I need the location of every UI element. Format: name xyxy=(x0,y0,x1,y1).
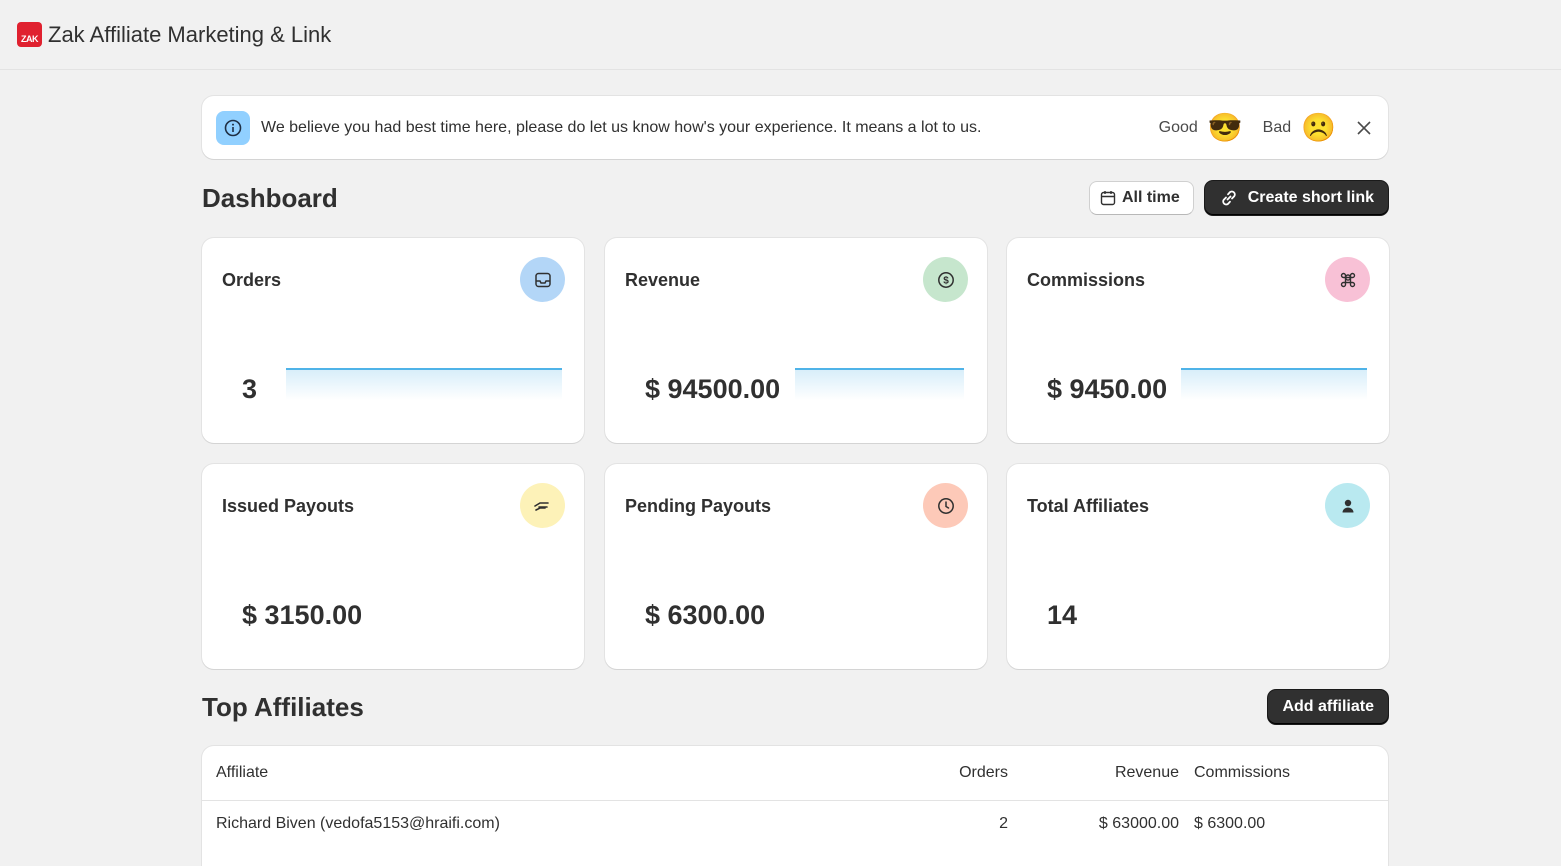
feedback-bad-label[interactable]: Bad xyxy=(1263,119,1291,137)
app-title: Zak Affiliate Marketing & Link xyxy=(48,21,332,47)
table-row[interactable]: Richard Biven (vedofa5153@hraifi.com) 2 … xyxy=(202,801,1388,851)
good-emoji-icon[interactable]: 😎 xyxy=(1208,113,1243,142)
dollar-circle-icon: $ xyxy=(923,257,968,302)
cell-affiliate: Richard Biven (vedofa5153@hraifi.com) xyxy=(216,815,500,832)
add-affiliate-label: Add affiliate xyxy=(1282,698,1374,715)
column-header-affiliate[interactable]: Affiliate xyxy=(216,764,268,782)
section-title: Top Affiliates xyxy=(202,691,364,722)
create-short-link-label: Create short link xyxy=(1247,189,1374,206)
hand-cash-icon xyxy=(520,483,565,528)
card-value: 14 xyxy=(1047,600,1078,630)
close-icon[interactable] xyxy=(1354,118,1374,138)
pending-payouts-card: Pending Payouts $ 6300.00 xyxy=(605,464,987,669)
card-title: Total Affiliates xyxy=(1027,496,1150,516)
orders-sparkline xyxy=(286,368,562,400)
card-title: Commissions xyxy=(1027,270,1146,290)
card-value: $ 9450.00 xyxy=(1047,374,1168,404)
top-affiliates-table: Affiliate Orders Revenue Commissions Ric… xyxy=(202,746,1388,866)
commissions-sparkline xyxy=(1181,368,1367,400)
inbox-icon xyxy=(520,257,565,302)
orders-card: Orders 3 xyxy=(202,238,584,443)
top-affiliates-header: Top Affiliates Add affiliate xyxy=(202,690,1388,724)
command-icon xyxy=(1325,257,1370,302)
feedback-message: We believe you had best time here, pleas… xyxy=(261,118,982,136)
card-title: Pending Payouts xyxy=(625,496,772,516)
add-affiliate-button[interactable]: Add affiliate xyxy=(1268,690,1388,724)
svg-text:$: $ xyxy=(943,275,949,286)
feedback-banner: We believe you had best time here, pleas… xyxy=(202,96,1388,159)
info-icon xyxy=(216,110,250,145)
cell-commissions: $ 6300.00 xyxy=(1194,815,1266,832)
card-title: Orders xyxy=(222,270,282,290)
commissions-card: Commissions $ 9450.00 xyxy=(1007,238,1389,443)
card-value: $ 6300.00 xyxy=(645,600,766,630)
revenue-sparkline xyxy=(795,368,964,400)
app-header: ZAK Zak Affiliate Marketing & Link xyxy=(0,0,1561,70)
card-title: Issued Payouts xyxy=(222,496,355,516)
column-header-revenue[interactable]: Revenue xyxy=(1115,764,1179,782)
person-icon xyxy=(1325,483,1370,528)
calendar-icon xyxy=(1100,191,1116,206)
table-header: Affiliate Orders Revenue Commissions xyxy=(202,746,1388,801)
bad-emoji-icon[interactable]: ☹️ xyxy=(1301,113,1336,142)
dashboard-header: Dashboard All time Create short link xyxy=(202,181,1388,215)
column-header-commissions[interactable]: Commissions xyxy=(1194,764,1290,782)
revenue-card: Revenue $ $ 94500.00 xyxy=(605,238,987,443)
card-value: 3 xyxy=(242,374,258,404)
card-value: $ 3150.00 xyxy=(242,600,363,630)
link-icon xyxy=(1222,190,1236,206)
cell-revenue: $ 63000.00 xyxy=(1098,815,1179,832)
feedback-good-label[interactable]: Good xyxy=(1159,119,1198,137)
total-affiliates-card: Total Affiliates 14 xyxy=(1007,464,1389,669)
card-title: Revenue xyxy=(625,270,701,290)
page-title: Dashboard xyxy=(202,182,338,213)
date-filter-button[interactable]: All time xyxy=(1088,181,1194,215)
issued-payouts-card: Issued Payouts $ 3150.00 xyxy=(202,464,584,669)
card-value: $ 94500.00 xyxy=(645,374,781,404)
cell-orders: 2 xyxy=(999,815,1008,832)
date-filter-label: All time xyxy=(1121,189,1180,206)
app-logo: ZAK xyxy=(17,22,42,47)
column-header-orders[interactable]: Orders xyxy=(959,764,1008,782)
create-short-link-button[interactable]: Create short link xyxy=(1204,181,1388,215)
clock-icon xyxy=(923,483,968,528)
